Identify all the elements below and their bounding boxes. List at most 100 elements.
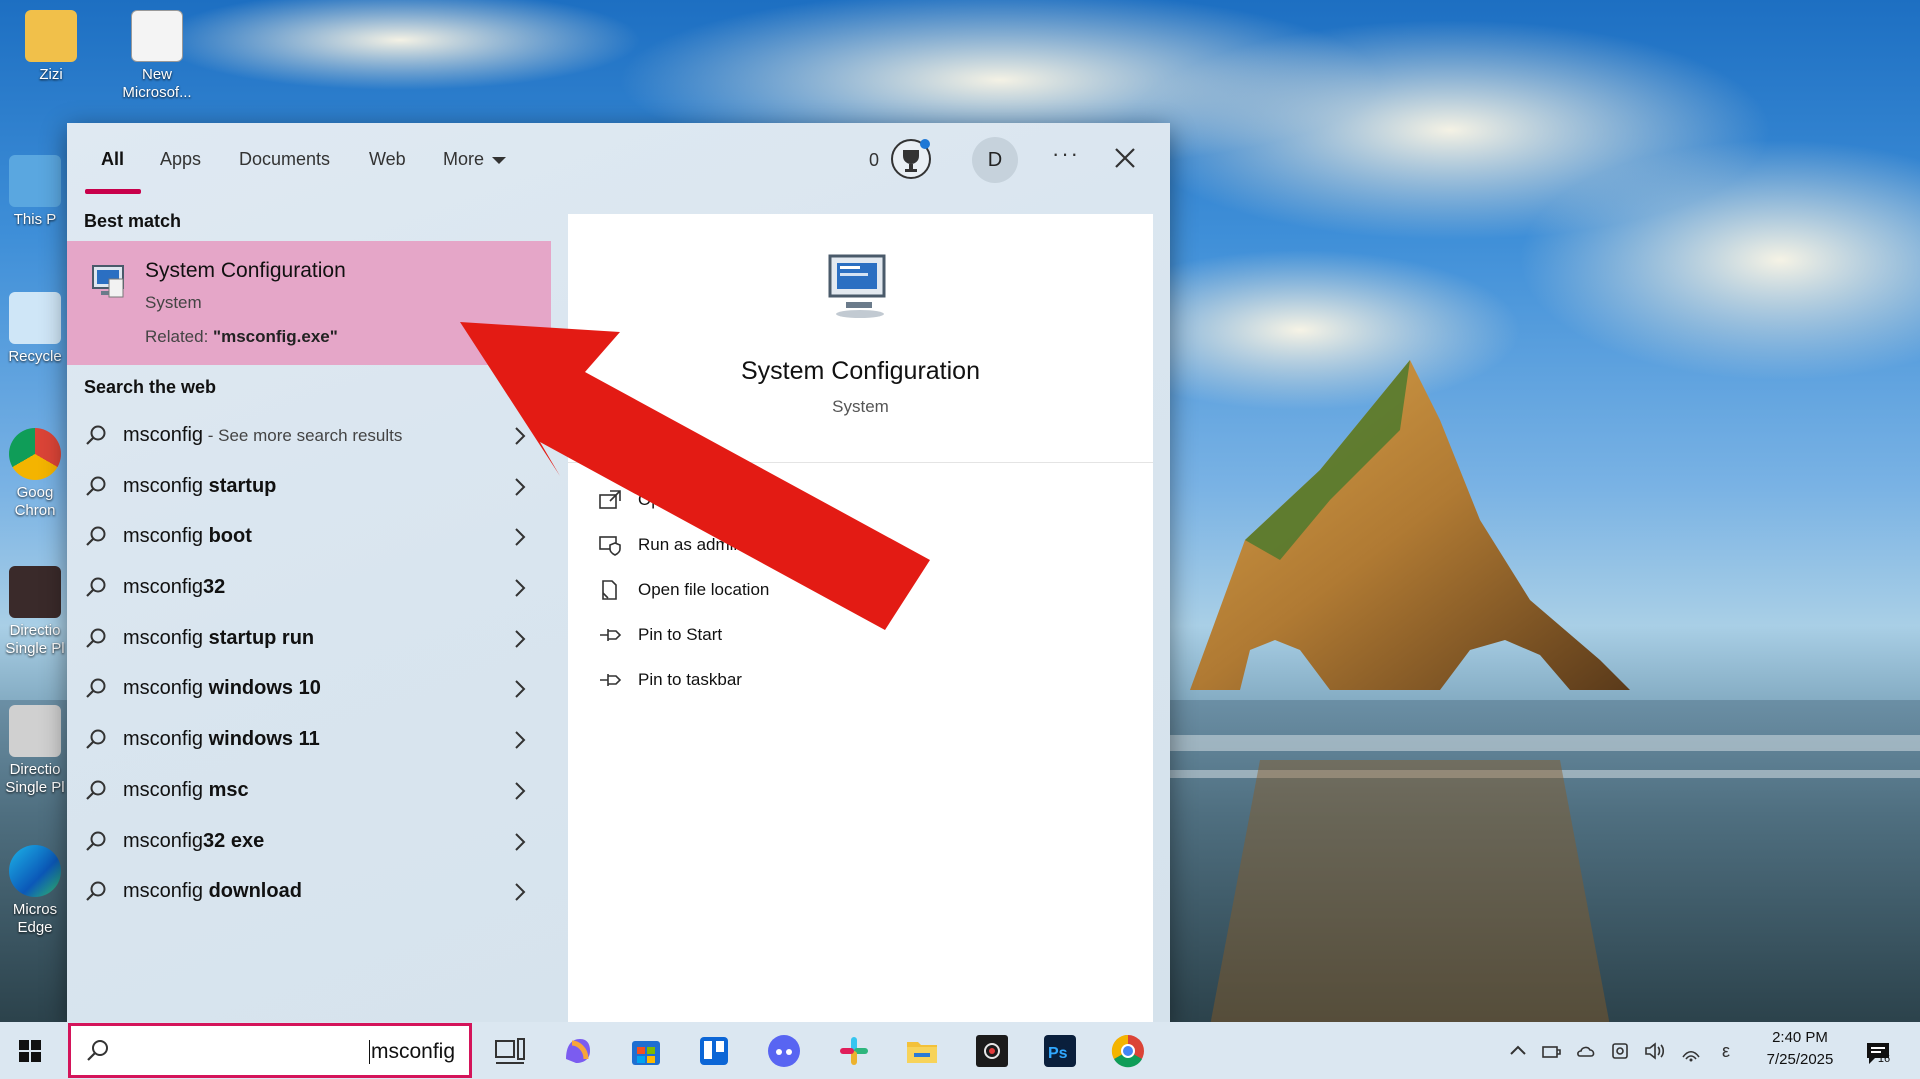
webcam-icon[interactable] — [1609, 1040, 1631, 1062]
tab-more-label: More — [443, 149, 485, 169]
preview-pane: System Configuration System Open Run as … — [568, 214, 1153, 1023]
more-options-button[interactable]: ··· — [1052, 141, 1080, 167]
search-icon — [87, 1040, 108, 1061]
close-icon[interactable] — [1110, 143, 1140, 173]
web-result-text: msconfig windows 11 — [123, 728, 320, 751]
web-result-text: msconfig msc — [123, 778, 249, 801]
best-match-related: Related: "msconfig.exe" — [145, 327, 338, 347]
chevron-right-icon — [515, 832, 526, 851]
chevron-right-icon — [515, 427, 526, 445]
chevron-right-icon — [515, 528, 526, 547]
web-result-text: msconfig32 — [123, 576, 226, 599]
search-icon — [86, 526, 106, 547]
pin-icon — [600, 629, 622, 641]
best-match-heading: Best match — [84, 211, 182, 231]
web-result-row[interactable]: msconfig msc — [67, 765, 551, 816]
web-result-text: msconfig startup run — [123, 626, 315, 649]
web-result-row[interactable]: msconfig startup run — [67, 613, 551, 664]
chevron-right-icon — [515, 883, 526, 901]
pin-icon — [600, 674, 622, 686]
search-input-value: msconfig — [370, 1040, 455, 1063]
photoshop-icon[interactable]: Ps — [1040, 1031, 1080, 1071]
search-icon — [86, 831, 106, 851]
language-indicator[interactable]: ε — [1722, 1040, 1744, 1062]
web-result-text: msconfig boot — [123, 525, 252, 548]
shield-admin-icon — [599, 536, 621, 556]
wifi-icon[interactable] — [1680, 1040, 1702, 1062]
desktop-icon-chrome[interactable]: Goog Chron — [0, 428, 70, 520]
screen-recorder-icon[interactable] — [972, 1031, 1012, 1071]
chevron-right-icon — [515, 782, 526, 800]
search-panel: All Apps Documents Web More 0 D ··· Best… — [67, 123, 1170, 1023]
tab-web[interactable]: Web — [369, 149, 406, 170]
microsoft-store-icon[interactable] — [626, 1031, 666, 1071]
tab-more[interactable]: More — [443, 149, 507, 170]
file-explorer-icon[interactable] — [902, 1031, 942, 1071]
web-result-text: msconfig download — [123, 880, 302, 903]
avatar[interactable]: D — [972, 137, 1018, 183]
folder-user-icon — [25, 10, 77, 62]
search-icon — [86, 780, 106, 800]
desktop-icon-recycle-bin[interactable]: Recycle — [0, 292, 70, 366]
web-results-list: msconfig - See more search results mscon… — [67, 410, 551, 917]
slack-icon[interactable] — [834, 1031, 874, 1071]
desktop-icon-shortcut-2[interactable]: Directio Single Pl — [0, 705, 70, 797]
trello-icon[interactable] — [694, 1031, 734, 1071]
web-result-row[interactable]: msconfig boot — [67, 511, 551, 562]
tab-all[interactable]: All — [101, 149, 124, 170]
desktop-icon-this-pc[interactable]: This P — [0, 155, 70, 229]
web-result-row[interactable]: msconfig download — [67, 866, 551, 917]
web-result-row[interactable]: msconfig32 — [67, 562, 551, 613]
preview-divider — [568, 462, 1153, 463]
chrome-icon[interactable] — [1108, 1031, 1148, 1071]
clock-time: 2:40 PM — [1772, 1029, 1828, 1046]
web-result-row[interactable]: msconfig32 exe — [67, 816, 551, 867]
web-result-row[interactable]: msconfig windows 11 — [67, 714, 551, 765]
web-result-text: msconfig - See more search results — [123, 424, 403, 446]
best-match-subtitle: System — [145, 293, 202, 312]
active-tab-indicator — [85, 189, 141, 194]
web-result-row[interactable]: msconfig startup — [67, 461, 551, 512]
chevron-right-icon — [515, 630, 526, 648]
web-result-row[interactable]: msconfig - See more search results — [67, 410, 551, 461]
desktop-icon-edge[interactable]: Micros Edge — [0, 845, 70, 937]
best-match-result[interactable]: System Configuration System Related: "ms… — [67, 241, 551, 365]
edge-icon — [9, 845, 61, 897]
tab-apps[interactable]: Apps — [160, 149, 201, 170]
web-result-text: msconfig startup — [123, 474, 277, 497]
related-value: "msconfig.exe" — [213, 327, 338, 346]
desktop-icon-shortcut-1[interactable]: Directio Single Pl — [0, 566, 70, 658]
rewards-count: 0 — [869, 150, 880, 170]
search-input[interactable]: msconfig — [368, 1040, 455, 1065]
system-configuration-icon — [92, 265, 124, 298]
search-icon — [86, 881, 106, 901]
volume-icon[interactable] — [1643, 1040, 1665, 1062]
desktop-icon-word-doc[interactable]: New Microsof... — [112, 10, 202, 102]
search-icon — [86, 425, 106, 445]
search-icon — [86, 476, 106, 496]
desktop-icon-zizi[interactable]: Zizi — [6, 10, 96, 84]
chrome-icon — [9, 428, 61, 480]
chevron-up-icon[interactable] — [1507, 1040, 1529, 1062]
search-tabs: All Apps Documents Web More 0 D ··· — [67, 123, 1170, 195]
windows-start-icon[interactable] — [18, 1039, 42, 1063]
word-document-icon — [131, 10, 183, 62]
trophy-icon[interactable] — [889, 137, 933, 181]
onedrive-cloud-icon[interactable] — [1575, 1040, 1597, 1062]
discord-icon[interactable] — [764, 1031, 804, 1071]
web-result-row[interactable]: msconfig windows 10 — [67, 663, 551, 714]
taskbar-clock[interactable]: 2:40 PM 7/25/2025 — [1762, 1027, 1838, 1071]
device-icon[interactable] — [1540, 1040, 1562, 1062]
chevron-right-icon — [515, 477, 526, 496]
chevron-right-icon — [515, 731, 526, 749]
search-icon — [86, 729, 106, 749]
shortcut-icon — [9, 566, 61, 618]
chevron-down-icon — [492, 156, 507, 164]
copilot-icon[interactable] — [558, 1031, 598, 1071]
tab-documents[interactable]: Documents — [239, 149, 330, 170]
web-result-text: msconfig32 exe — [123, 829, 265, 852]
taskbar-search-box[interactable]: msconfig — [68, 1023, 472, 1078]
task-view-icon[interactable] — [490, 1031, 530, 1071]
svg-text:Ps: Ps — [1048, 1045, 1068, 1062]
system-configuration-icon — [828, 254, 886, 318]
